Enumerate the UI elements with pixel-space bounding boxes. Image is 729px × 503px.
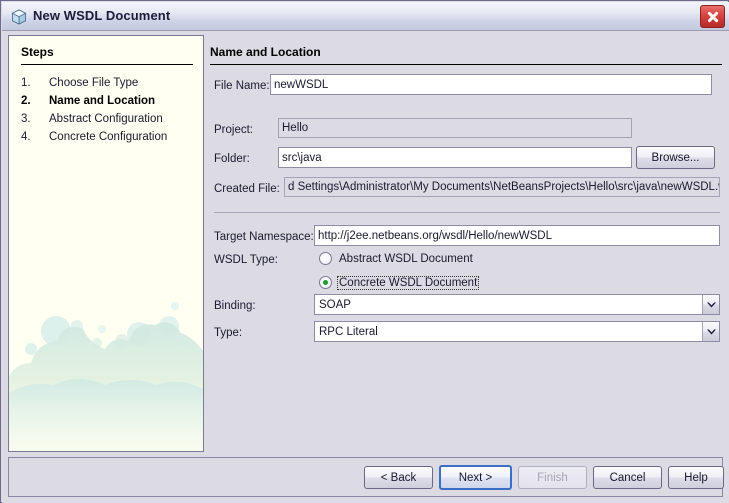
step-item-3: 3. Abstract Configuration — [21, 113, 201, 131]
step-number: 2. — [21, 95, 31, 107]
radio-label: Abstract WSDL Document — [339, 252, 473, 265]
type-value: RPC Literal — [319, 325, 378, 338]
binding-label: Binding: — [214, 300, 256, 312]
steps-pane: Steps 1. Choose File Type 2. Name and Lo… — [8, 35, 204, 452]
step-label: Concrete Configuration — [49, 131, 168, 143]
step-label: Abstract Configuration — [49, 113, 163, 125]
dialog-button-bar: < Back Next > Finish Cancel Help — [8, 457, 724, 497]
title-bar: New WSDL Document — [2, 2, 729, 31]
step-item-4: 4. Concrete Configuration — [21, 131, 201, 149]
binding-dropdown[interactable]: SOAP — [314, 294, 720, 315]
type-dropdown[interactable]: RPC Literal — [314, 321, 720, 342]
step-label: Name and Location — [49, 95, 156, 107]
file-name-input[interactable]: newWSDL — [270, 74, 712, 95]
step-number: 3. — [21, 113, 31, 125]
created-file-label: Created File: — [214, 183, 280, 195]
binding-value: SOAP — [319, 298, 351, 311]
file-name-label: File Name: — [214, 80, 270, 92]
folder-input[interactable]: src\java — [278, 147, 632, 168]
step-number: 4. — [21, 131, 31, 143]
cancel-button[interactable]: Cancel — [593, 466, 662, 489]
page-title-rule — [210, 64, 722, 65]
project-label: Project: — [214, 124, 253, 136]
steps-heading: Steps — [21, 45, 54, 59]
dialog-window: New WSDL Document Steps 1. Choose File T… — [0, 0, 729, 503]
project-value: Hello — [278, 118, 632, 138]
help-button[interactable]: Help — [668, 466, 724, 489]
close-icon[interactable] — [700, 5, 725, 28]
folder-label: Folder: — [214, 153, 250, 165]
section-separator — [214, 212, 720, 213]
radio-icon — [319, 252, 332, 265]
step-item-1: 1. Choose File Type — [21, 77, 201, 95]
cube-icon — [10, 8, 28, 26]
target-namespace-label: Target Namespace: — [214, 231, 314, 243]
back-button[interactable]: < Back — [364, 466, 433, 489]
page-title: Name and Location — [210, 45, 321, 59]
type-label: Type: — [214, 327, 243, 339]
decorative-bubbles-graphic — [9, 302, 203, 451]
step-item-2: 2. Name and Location — [21, 95, 201, 113]
next-button[interactable]: Next > — [439, 465, 512, 490]
window-title: New WSDL Document — [33, 8, 171, 23]
chevron-down-icon[interactable] — [702, 322, 719, 341]
step-number: 1. — [21, 77, 31, 89]
dialog-content: Steps 1. Choose File Type 2. Name and Lo… — [2, 31, 729, 503]
browse-button[interactable]: Browse... — [636, 146, 715, 169]
target-namespace-input[interactable]: http://j2ee.netbeans.org/wsdl/Hello/newW… — [314, 225, 720, 246]
radio-icon — [319, 276, 332, 289]
radio-abstract-wsdl-document[interactable]: Abstract WSDL Document — [319, 250, 475, 267]
wsdl-type-label: WSDL Type: — [214, 254, 278, 266]
name-and-location-panel: Name and Location File Name: newWSDL Pro… — [208, 35, 724, 452]
finish-button: Finish — [518, 466, 587, 489]
chevron-down-icon[interactable] — [702, 295, 719, 314]
step-label: Choose File Type — [49, 77, 139, 89]
new-wsdl-document-dialog: New WSDL Document Steps 1. Choose File T… — [0, 0, 729, 503]
radio-label: Concrete WSDL Document — [337, 275, 480, 290]
created-file-value: d Settings\Administrator\My Documents\Ne… — [284, 177, 720, 197]
radio-concrete-wsdl-document[interactable]: Concrete WSDL Document — [319, 274, 480, 291]
steps-heading-rule — [21, 64, 193, 65]
